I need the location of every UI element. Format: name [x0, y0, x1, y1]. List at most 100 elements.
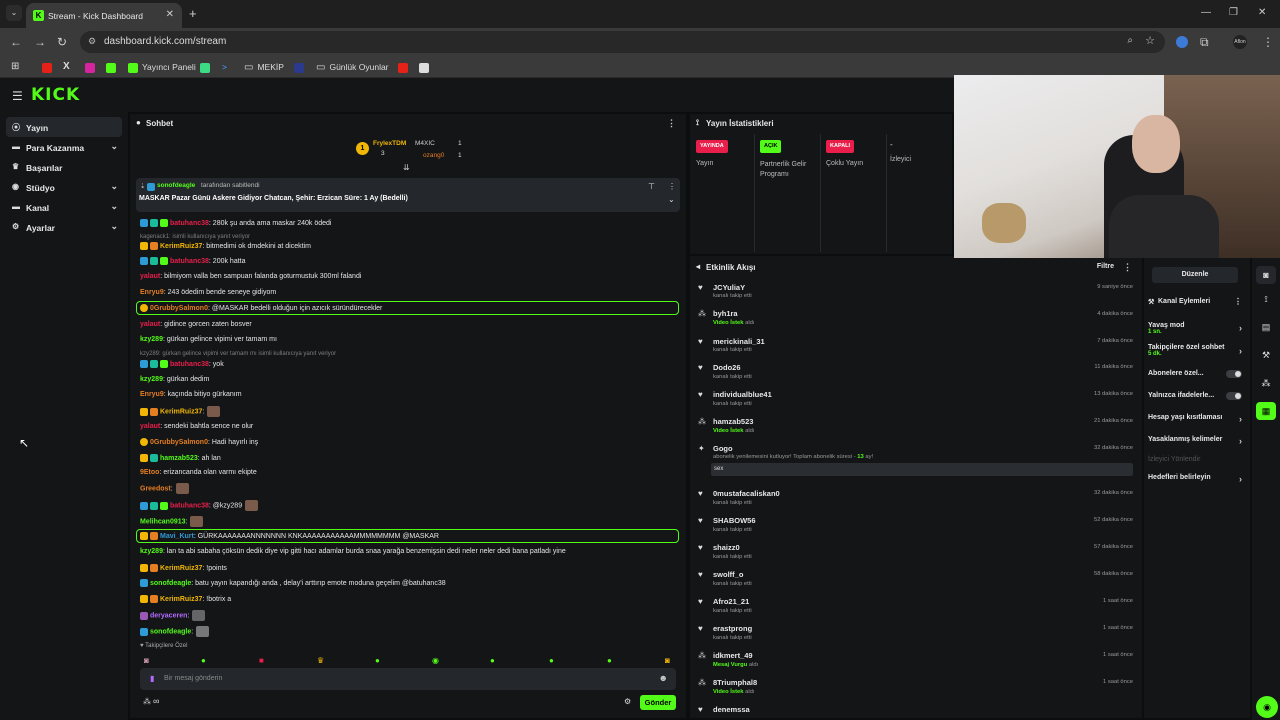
heart-icon: ♥	[698, 337, 703, 346]
sidebar-item-yayin[interactable]: ⦿ Yayın	[6, 117, 122, 137]
reward-icon: ⁂	[698, 309, 706, 318]
stats-rail-icon[interactable]: ⟟	[1256, 290, 1276, 308]
reload-icon[interactable]: ↻	[57, 35, 67, 49]
followers-only-setting[interactable]: Takipçilere özel sohbet 5 dk. ›	[1148, 344, 1242, 357]
browser-tab[interactable]: K Stream - Kick Dashboard ✕	[26, 3, 182, 28]
minimize-icon[interactable]: —	[1201, 7, 1211, 18]
leader-1-name[interactable]: FrylexTDM	[373, 140, 406, 147]
chat-message: sonofdeagle: batu yayın kapandığı anda ,…	[140, 579, 446, 587]
emote-quick-8[interactable]: ●	[549, 656, 554, 665]
forward-icon[interactable]: →	[34, 35, 46, 49]
account-age-setting[interactable]: Hesap yaşı kısıtlaması ›	[1148, 414, 1242, 424]
menu-dots-icon[interactable]: ⋮	[1262, 35, 1274, 49]
edit-button[interactable]: Düzenle	[1152, 267, 1238, 283]
chevron-down-icon[interactable]: ⌄	[668, 195, 675, 204]
set-goals-setting[interactable]: Hedefleri belirleyin ›	[1148, 474, 1242, 484]
pinned-by-user[interactable]: sonofdeagle	[157, 182, 195, 189]
emote-quick-4[interactable]: ♛	[317, 656, 324, 665]
broadcast-icon: ⦿	[12, 123, 20, 132]
hamburger-menu-icon[interactable]: ☰	[12, 89, 23, 103]
sidebar-item-kanal[interactable]: ▬ Kanal ⌄	[6, 197, 122, 217]
sidebar-item-ayarlar[interactable]: ⚙ Ayarlar ⌄	[6, 217, 122, 237]
restore-icon[interactable]: ❐	[1229, 7, 1238, 18]
pinned-menu-icon[interactable]: ⋮	[668, 182, 676, 191]
sidebar-item-para-kazanma[interactable]: ▬ Para Kazanma ⌄	[6, 137, 122, 157]
emotes-only-toggle[interactable]	[1226, 392, 1242, 400]
activity-icon: ◂	[696, 262, 701, 271]
address-bar[interactable]: ⚙ dashboard.kick.com/stream ⌕ ☆	[80, 31, 1165, 53]
expand-leaderboard-icon[interactable]: ⇊	[403, 163, 410, 172]
close-tab-icon[interactable]: ✕	[166, 9, 174, 20]
add-rail-icon[interactable]: ▦	[1256, 402, 1276, 420]
unpin-icon[interactable]: ⊤	[648, 182, 655, 191]
subscribers-only-toggle[interactable]	[1226, 370, 1242, 378]
emote-quick-5[interactable]: ●	[375, 656, 380, 665]
heart-icon: ♥	[698, 489, 703, 498]
emote-quick-10[interactable]: ◙	[665, 656, 670, 665]
tools-rail-icon[interactable]: ⚒	[1256, 346, 1276, 364]
kick-icon[interactable]	[106, 62, 116, 73]
reward-icon: ⁂	[698, 651, 706, 660]
profile-avatar[interactable]: Aflon	[1233, 35, 1247, 49]
chat-rail-icon[interactable]: ◙	[1256, 266, 1276, 284]
chat-settings-gear-icon[interactable]: ⚙	[624, 697, 631, 706]
chat-menu-icon[interactable]: ⋮	[667, 118, 676, 129]
instagram-icon[interactable]	[85, 62, 95, 73]
heart-icon: ♥	[698, 570, 703, 579]
leader-3-name[interactable]: ozang0	[423, 152, 444, 159]
bookmark-gunluk-oyunlar[interactable]: ▭ Günlük Oyunlar	[316, 60, 389, 74]
activity-header: ◂ Etkinlik Akışı Filtre ⋮	[696, 262, 1132, 273]
stat-stream: YAYINDA Yayın	[690, 134, 755, 252]
chat-message-input[interactable]: ▮ Bir mesaj gönderin ☻	[140, 668, 676, 690]
chat-message: batuhanc38: yok	[140, 360, 224, 368]
slow-mode-setting[interactable]: Yavaş mod 1 sn. ›	[1148, 322, 1242, 335]
new-tab-button[interactable]: +	[189, 6, 197, 21]
rewards-rail-icon[interactable]: ⁂	[1256, 374, 1276, 392]
site-info-icon[interactable]: ⚙	[88, 36, 96, 47]
emote-quick-9[interactable]: ●	[607, 656, 612, 665]
chevron-right-icon[interactable]: >	[222, 60, 227, 74]
youtube-icon[interactable]	[42, 62, 52, 73]
emote-quick-7[interactable]: ●	[490, 656, 495, 665]
layout-rail-icon[interactable]: ▤	[1256, 318, 1276, 336]
zoom-icon[interactable]: ⌕	[1127, 35, 1133, 46]
kick-logo[interactable]: KICK	[31, 85, 80, 105]
emotes-only-setting[interactable]: Yalnızca ifadelerle...	[1148, 392, 1242, 400]
emote-quick-1[interactable]: ◙	[144, 656, 149, 665]
leader-2-name[interactable]: M4XIC	[415, 140, 435, 147]
tab-list-button[interactable]: ⌄	[6, 5, 22, 21]
game-icon[interactable]	[419, 62, 429, 73]
sidebar-item-studyo[interactable]: ◉ Stüdyo ⌄	[6, 177, 122, 197]
microphone-icon[interactable]: ▮	[150, 674, 154, 683]
bookmark-star-icon[interactable]: ☆	[1145, 34, 1155, 47]
site-icon[interactable]	[294, 62, 304, 73]
channel-actions-menu-icon[interactable]: ⋮	[1234, 297, 1242, 306]
send-button[interactable]: Gönder	[640, 695, 676, 710]
moderator-badge-icon	[147, 183, 155, 191]
emote-quick-2[interactable]: ●	[201, 656, 206, 665]
extensions-puzzle-icon[interactable]: ⧉	[1200, 35, 1209, 50]
bookmark-mekip[interactable]: ▭ MEKİP	[244, 60, 284, 74]
emoji-picker-icon[interactable]: ☻	[659, 673, 668, 683]
sidebar-item-basarilar[interactable]: ♛ Başarılar	[6, 157, 122, 177]
subscribers-only-setting[interactable]: Abonelere özel...	[1148, 370, 1242, 378]
channel-points-icon[interactable]: ⁂	[143, 697, 151, 706]
back-icon[interactable]: ←	[10, 35, 22, 49]
youtube-icon[interactable]	[398, 62, 408, 73]
x-icon[interactable]: X	[63, 60, 70, 74]
filter-button[interactable]: Filtre	[1097, 263, 1114, 270]
bookmark-yayinci-paneli[interactable]: Yayıncı Paneli	[128, 60, 196, 74]
apps-grid-icon[interactable]: ⊞	[11, 60, 19, 74]
banned-words-setting[interactable]: Yasaklanmış kelimeler ›	[1148, 436, 1242, 446]
close-window-icon[interactable]: ✕	[1258, 7, 1266, 18]
chevron-right-icon: ›	[1239, 346, 1242, 356]
activity-menu-icon[interactable]: ⋮	[1123, 262, 1132, 273]
extension-icon[interactable]	[1176, 36, 1188, 48]
app-icon[interactable]	[200, 62, 210, 73]
heart-icon: ♥	[698, 283, 703, 292]
emote-quick-6[interactable]: ◉	[432, 656, 439, 665]
help-chat-icon[interactable]: ◉	[1256, 696, 1278, 718]
emote-quick-3[interactable]: ■	[259, 656, 264, 665]
channel-actions-panel: Düzenle ⚒ Kanal Eylemleri ⋮ Yavaş mod 1 s…	[1144, 258, 1250, 718]
chat-bubble-icon: ●	[136, 118, 141, 127]
